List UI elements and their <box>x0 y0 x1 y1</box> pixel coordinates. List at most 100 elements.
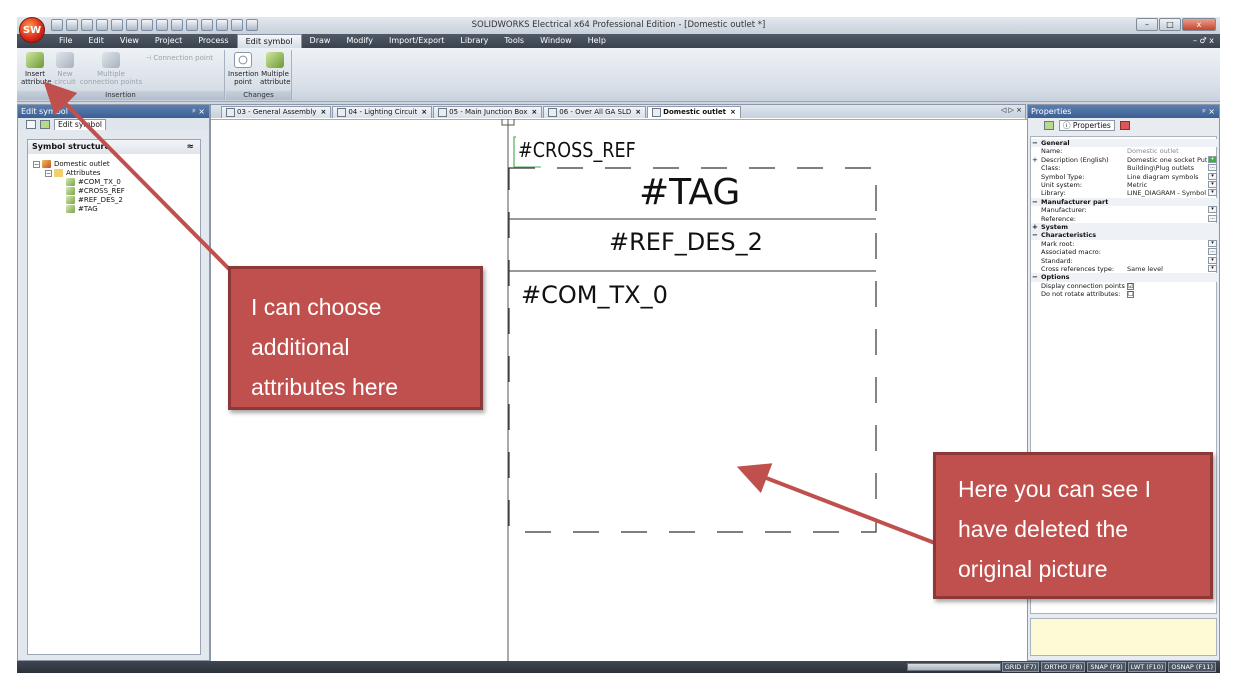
property-row[interactable]: Do not rotate attributes: ☐ <box>1031 290 1218 299</box>
close-tab-icon[interactable]: × <box>635 107 641 118</box>
property-row[interactable]: Name: Domestic outlet <box>1031 147 1218 155</box>
property-category[interactable]: − Manufacturer part <box>1031 197 1218 207</box>
property-row[interactable]: Standard: ▾ <box>1031 256 1218 265</box>
property-category[interactable]: + System <box>1031 223 1218 232</box>
property-value[interactable]: Same level <box>1127 265 1207 273</box>
menu-item-draw[interactable]: Draw <box>302 34 339 48</box>
close-tab-icon[interactable]: × <box>730 107 736 118</box>
browse-icon[interactable]: ... <box>1208 164 1217 172</box>
insert-attribute-button[interactable]: Insert attribute <box>21 52 52 86</box>
tab-properties[interactable]: ⓘ Properties <box>1059 119 1115 131</box>
multiple-attribute-button[interactable]: Multiple attribute <box>260 52 291 86</box>
close-tab-icon[interactable]: × <box>531 107 537 118</box>
tree-node-root[interactable]: − Domestic outlet <box>33 160 110 169</box>
property-row[interactable]: Display connection points: ☑ <box>1031 282 1218 290</box>
checkbox[interactable]: ☑ <box>1127 282 1134 290</box>
property-value[interactable]: Line diagram symbols <box>1127 173 1207 181</box>
property-value[interactable]: Metric <box>1127 181 1207 189</box>
close-tab-icon[interactable]: × <box>320 107 326 118</box>
print-icon[interactable] <box>186 19 198 31</box>
property-value[interactable]: LINE_DIAGRAM - Symbol f <box>1127 189 1207 197</box>
property-row[interactable]: Reference:... <box>1031 214 1218 223</box>
restore-button[interactable]: □ <box>1159 18 1181 31</box>
dropdown-icon[interactable]: ▾ <box>1208 189 1217 197</box>
new-circuit-button[interactable]: New circuit <box>51 52 79 86</box>
property-row[interactable]: Cross references type: Same level ▾ <box>1031 265 1218 273</box>
property-value[interactable]: ☑ <box>1127 282 1207 290</box>
status-toggle-osnap[interactable]: OSNAP (F11) <box>1168 662 1216 672</box>
component-icon[interactable] <box>40 119 50 129</box>
dropdown-icon[interactable]: ▾ <box>1208 181 1217 188</box>
pin-icon[interactable]: ᵖ × <box>1202 105 1215 118</box>
multiple-connection-points-button[interactable]: Multiple connection points <box>79 52 143 86</box>
collapse-box-icon[interactable]: − <box>33 160 40 168</box>
expand-icon[interactable]: + <box>1032 156 1038 164</box>
menu-item-window[interactable]: Window <box>532 34 580 48</box>
property-category[interactable]: − Characteristics <box>1031 231 1218 240</box>
expand-icon[interactable]: + <box>1032 223 1038 231</box>
collapse-box-icon[interactable]: − <box>45 169 52 177</box>
open-icon[interactable] <box>66 19 78 31</box>
close-tab-icon[interactable]: × <box>421 107 427 118</box>
document-tab[interactable]: 05 - Main Junction Box × <box>433 106 543 118</box>
tree-node-attribute[interactable]: #COM_TX_0 <box>66 178 121 187</box>
close-button[interactable]: x <box>1182 18 1216 31</box>
dropdown-icon[interactable]: ▾ <box>1208 239 1217 247</box>
menu-item-process[interactable]: Process <box>190 34 236 48</box>
status-toggle-snap[interactable]: SNAP (F9) <box>1087 662 1126 672</box>
property-row[interactable]: Library: LINE_DIAGRAM - Symbol f ▾ <box>1031 189 1218 197</box>
ref-des-attribute[interactable]: #REF_DES_2 <box>609 228 763 256</box>
dropdown-icon[interactable]: ▾ <box>1208 206 1217 214</box>
browse-icon[interactable]: ... <box>1208 214 1217 222</box>
menu-item-help[interactable]: Help <box>580 34 614 48</box>
menu-item-edit[interactable]: Edit <box>80 34 112 48</box>
connection-point-button[interactable]: ⊣ Connection point <box>145 54 223 62</box>
add-icon[interactable]: + <box>1208 155 1217 163</box>
menu-item-library[interactable]: Library <box>452 34 496 48</box>
pin-icon[interactable]: ᵖ × <box>192 105 205 118</box>
checkbox[interactable]: ☐ <box>1127 291 1134 299</box>
menu-item-import-export[interactable]: Import/Export <box>381 34 452 48</box>
cable-icon[interactable] <box>141 19 153 31</box>
document-tab[interactable]: 04 - Lighting Circuit × <box>332 106 433 118</box>
tree-node-attribute[interactable]: #TAG <box>66 205 98 214</box>
property-row[interactable]: Class: Building\Plug outlets... <box>1031 164 1218 172</box>
status-toggle-ortho[interactable]: ORTHO (F8) <box>1041 662 1086 672</box>
property-value[interactable]: Building\Plug outlets <box>1127 164 1207 172</box>
tag-attribute[interactable]: #TAG <box>639 172 740 213</box>
run-icon[interactable] <box>231 19 243 31</box>
settings-icon[interactable] <box>201 19 213 31</box>
collapse-icon[interactable]: ≈ <box>186 140 194 154</box>
expand-icon[interactable]: − <box>1032 198 1038 206</box>
insertion-point-button[interactable]: Insertion point <box>228 52 259 86</box>
cross-ref-attribute[interactable]: #CROSS_REF <box>518 138 636 162</box>
new-icon[interactable] <box>51 19 63 31</box>
dropdown-icon[interactable]: ▾ <box>1208 256 1217 264</box>
wire-icon[interactable] <box>126 19 138 31</box>
browse-icon[interactable]: ... <box>1208 248 1217 256</box>
document-tab[interactable]: Domestic outlet × <box>647 106 741 118</box>
status-toggle-lwt[interactable]: LWT (F10) <box>1127 662 1167 672</box>
expand-icon[interactable]: − <box>1032 139 1038 147</box>
save-icon[interactable] <box>26 119 36 129</box>
com-tx-attribute[interactable]: #COM_TX_0 <box>521 281 668 309</box>
tabs-nav[interactable]: ◁ ▷ × <box>1001 106 1022 114</box>
events-icon[interactable] <box>1119 120 1130 130</box>
app-logo-icon[interactable]: SW <box>19 17 45 43</box>
mdi-controls[interactable]: – ♂ x <box>1193 36 1214 45</box>
property-row[interactable]: Unit system: Metric ▾ <box>1031 181 1218 189</box>
menu-item-file[interactable]: File <box>51 34 80 48</box>
menu-item-tools[interactable]: Tools <box>496 34 532 48</box>
property-value[interactable]: Domestic one socket Putlet <box>1127 156 1207 164</box>
property-row[interactable]: Associated macro:... <box>1031 248 1218 256</box>
property-row[interactable]: Manufacturer: ▾ <box>1031 206 1218 214</box>
property-category[interactable]: − Options <box>1031 273 1218 282</box>
property-value[interactable]: ☐ <box>1127 290 1207 299</box>
expand-icon[interactable]: − <box>1032 231 1038 239</box>
redo-icon[interactable] <box>111 19 123 31</box>
property-category[interactable]: − General <box>1031 139 1218 148</box>
save-icon[interactable] <box>81 19 93 31</box>
menu-item-project[interactable]: Project <box>147 34 190 48</box>
tree-node-attribute[interactable]: #REF_DES_2 <box>66 196 123 205</box>
report-icon[interactable] <box>171 19 183 31</box>
